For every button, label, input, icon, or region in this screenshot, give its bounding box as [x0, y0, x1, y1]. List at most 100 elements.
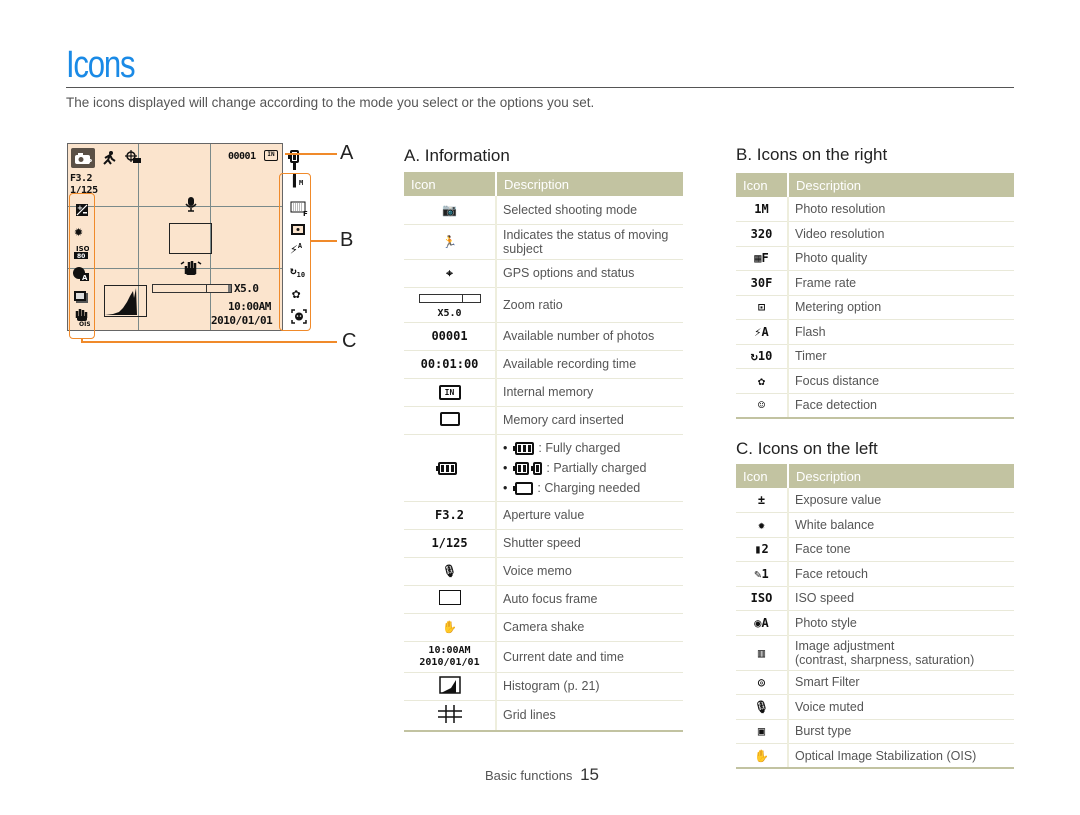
- grid-lines-icon: [404, 700, 497, 732]
- row-description: Photo style: [788, 610, 1014, 636]
- footer-section: Basic functions: [485, 768, 573, 783]
- gps-icon: [124, 149, 142, 168]
- callout-box-left-icons: [69, 193, 95, 339]
- row-description: Zoom ratio: [496, 287, 683, 323]
- row-description: Smart Filter: [788, 670, 1014, 695]
- af-frame-icon: [404, 585, 497, 614]
- row-description: Metering option: [788, 295, 1014, 320]
- row-description: Voice muted: [788, 694, 1014, 720]
- face-detection-icon: ☺: [736, 393, 789, 419]
- table-row: 30F Frame rate: [736, 270, 1014, 296]
- row-description: Grid lines: [496, 700, 683, 732]
- table-row: ± Exposure value: [736, 488, 1014, 513]
- table-row: 00:01:00 Available recording time: [404, 350, 683, 379]
- row-description: Photo quality: [788, 246, 1014, 271]
- grid-line: [68, 268, 282, 269]
- section-c-title: C. Icons on the left: [736, 439, 878, 458]
- table-row: Grid lines: [404, 700, 683, 732]
- row-description: Auto focus frame: [496, 585, 683, 614]
- row-description: Video resolution: [788, 221, 1014, 247]
- row-description: Optical Image Stabilization (OIS): [788, 743, 1014, 769]
- row-description: ISO speed: [788, 586, 1014, 611]
- table-row: Memory card inserted: [404, 406, 683, 435]
- title-divider: [66, 87, 1014, 88]
- page-footer: Basic functions 15: [485, 765, 599, 785]
- section-b-title: B. Icons on the right: [736, 145, 888, 164]
- aperture-icon: F3.2: [404, 501, 497, 530]
- table-row: : Fully charged: Partially charged: Char…: [404, 434, 683, 502]
- exposure-value-icon: ±: [736, 488, 789, 513]
- ois-icon: ✋: [736, 743, 789, 769]
- table-row: ✿ Focus distance: [736, 368, 1014, 394]
- row-description: GPS options and status: [496, 259, 683, 288]
- row-description: Exposure value: [788, 488, 1014, 513]
- zoom-ratio: X5.0: [234, 282, 259, 295]
- table-row: ⌖ GPS options and status: [404, 259, 683, 288]
- table-row: ⚡A Flash: [736, 319, 1014, 345]
- image-adjustment-icon: ▥: [736, 635, 789, 671]
- callout-label-a: A: [340, 142, 354, 164]
- section-a-title: A. Information: [404, 146, 510, 165]
- video-resolution-icon: 320: [736, 221, 789, 247]
- microphone-icon: [184, 196, 198, 215]
- iso-speed-icon: ISO: [736, 586, 789, 611]
- frame-rate-icon: 30F: [736, 270, 789, 296]
- table-row: 1M Photo resolution: [736, 197, 1014, 222]
- table-row: 📷 Selected shooting mode: [404, 196, 683, 225]
- column-header-description: Description: [788, 464, 1014, 488]
- camera-shake-icon: [180, 258, 202, 279]
- row-description: : Fully charged: Partially charged: Char…: [496, 434, 683, 502]
- row-description: Aperture value: [496, 501, 683, 530]
- row-description: Voice memo: [496, 557, 683, 586]
- photo-quality-icon: ▦F: [736, 246, 789, 271]
- battery-state-item: : Fully charged: [503, 438, 677, 458]
- moving-subject-icon: 🏃: [404, 224, 497, 260]
- information-table: Icon Description 📷 Selected shooting mode…: [404, 172, 683, 732]
- row-description: Frame rate: [788, 270, 1014, 296]
- table-row: Histogram (p. 21): [404, 672, 683, 701]
- table-row: X5.0 Zoom ratio: [404, 287, 683, 323]
- table-row: ☺ Face detection: [736, 393, 1014, 419]
- table-row: 🎙 Voice memo: [404, 557, 683, 586]
- table-row: 🏃 Indicates the status of moving subject: [404, 224, 683, 260]
- moving-subject-icon: [101, 150, 117, 169]
- row-description: Focus distance: [788, 368, 1014, 394]
- table-row: ✹ White balance: [736, 512, 1014, 538]
- zoom-bar: [152, 284, 232, 293]
- row-description: Selected shooting mode: [496, 196, 683, 225]
- row-description: Available number of photos: [496, 322, 683, 351]
- table-row: 00001 Available number of photos: [404, 322, 683, 351]
- page-number: 15: [580, 765, 599, 784]
- callout-line-c: [81, 341, 337, 343]
- row-description: Shutter speed: [496, 529, 683, 558]
- white-balance-icon: ✹: [736, 512, 789, 538]
- table-row: 320 Video resolution: [736, 221, 1014, 247]
- callout-line-a: [285, 153, 337, 155]
- aperture-value: F3.2: [70, 173, 93, 184]
- voice-muted-icon: 🎙: [736, 694, 789, 720]
- row-description: Burst type: [788, 719, 1014, 744]
- camera-shake-icon: ✋: [404, 613, 497, 642]
- column-header-description: Description: [788, 173, 1014, 197]
- table-row: ▥ Image adjustment (contrast, sharpness, s…: [736, 635, 1014, 671]
- burst-type-icon: ▣: [736, 719, 789, 744]
- face-tone-icon: ▮2: [736, 537, 789, 562]
- date-time-icon: 10:00AM 2010/01/01: [404, 641, 497, 673]
- column-header-icon: Icon: [736, 464, 789, 488]
- zoom-ratio-icon: X5.0: [404, 287, 497, 323]
- table-row: IN Internal memory: [404, 378, 683, 407]
- battery-icon: [288, 150, 303, 180]
- smart-filter-icon: ◎: [736, 670, 789, 695]
- table-row: ▦F Photo quality: [736, 246, 1014, 271]
- table-row: ✎1 Face retouch: [736, 561, 1014, 587]
- table-row: 10:00AM 2010/01/01 Current date and time: [404, 641, 683, 673]
- metering-icon: ⊡: [736, 295, 789, 320]
- left-icons-table: Icon Description ± Exposure value ✹ White b…: [736, 464, 1014, 769]
- photo-count: 00001: [228, 151, 256, 162]
- row-description: Indicates the status of moving subject: [496, 224, 683, 260]
- table-row: 1/125 Shutter speed: [404, 529, 683, 558]
- right-icons-table: Icon Description 1M Photo resolution 320 Vi…: [736, 173, 1014, 419]
- flash-icon: ⚡A: [736, 319, 789, 345]
- row-description: Photo resolution: [788, 197, 1014, 222]
- photo-resolution-icon: 1M: [736, 197, 789, 222]
